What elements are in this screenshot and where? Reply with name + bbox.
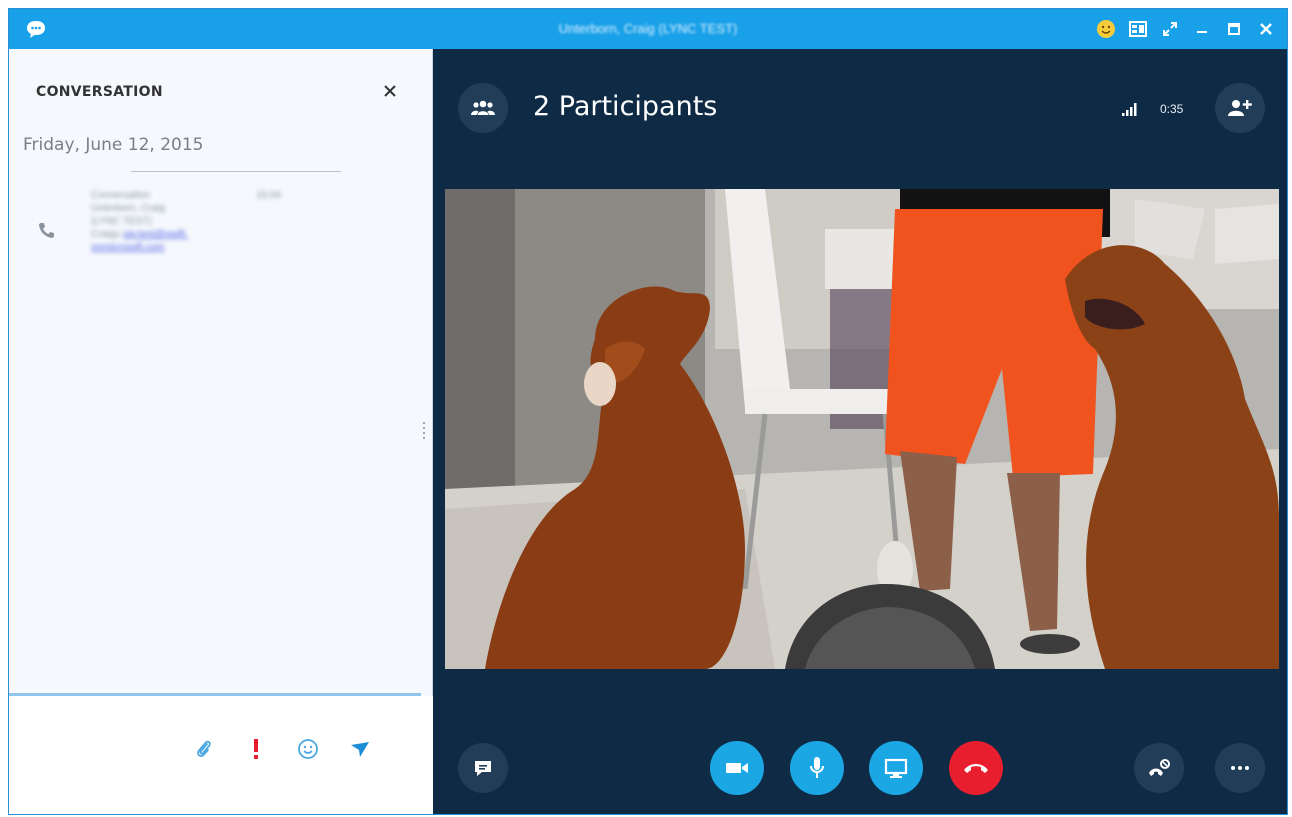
paperclip-icon (197, 740, 211, 757)
smiley-icon (298, 739, 318, 759)
video-camera-icon (726, 763, 748, 773)
conversation-pane: CONVERSATION Friday, June 12, 2015 Conve… (9, 49, 433, 814)
chat-button[interactable] (458, 743, 508, 793)
conversation-date: Friday, June 12, 2015 (23, 135, 204, 155)
minimize-icon[interactable] (1189, 16, 1215, 42)
pane-splitter[interactable] (422, 419, 426, 453)
message-entry: Conversation 15:04 Unterborn, Craig (LYN… (91, 189, 291, 254)
message-line: Unterborn, Craig (91, 203, 165, 214)
date-divider (131, 171, 341, 172)
send-button[interactable] (345, 734, 375, 764)
send-icon (351, 742, 369, 757)
call-stage: 2 Participants 0:35 (434, 49, 1287, 814)
chat-bubble-icon[interactable] (25, 19, 47, 39)
call-controls-button[interactable] (1134, 743, 1184, 793)
importance-button[interactable] (241, 734, 271, 764)
window-controls (1093, 9, 1279, 49)
close-icon[interactable] (1253, 16, 1279, 42)
share-screen-button[interactable] (869, 741, 923, 795)
hang-up-button[interactable] (949, 741, 1003, 795)
chat-icon (475, 761, 491, 776)
monitor-icon (884, 758, 908, 778)
video-button[interactable] (710, 741, 764, 795)
message-link[interactable]: sip:test@swift. (123, 229, 188, 240)
message-line: Craigu sip:test@swift. (91, 228, 291, 241)
participants-label: 2 Participants (533, 91, 718, 122)
attach-button[interactable] (189, 734, 219, 764)
hang-up-icon (964, 764, 988, 773)
add-participant-button[interactable] (1215, 83, 1265, 133)
more-options-button[interactable] (1215, 743, 1265, 793)
signal-icon (1122, 103, 1137, 116)
video-feed[interactable] (445, 189, 1279, 669)
more-icon (1231, 766, 1249, 770)
mute-button[interactable] (790, 741, 844, 795)
call-timer: 0:35 (1160, 102, 1184, 116)
smiley-icon[interactable] (1093, 16, 1119, 42)
compose-toolbar (189, 734, 375, 764)
close-icon (384, 85, 396, 97)
add-person-icon (1228, 100, 1252, 116)
layout-icon[interactable] (1125, 16, 1151, 42)
emoticon-button[interactable] (293, 734, 323, 764)
close-conversation-button[interactable] (378, 79, 402, 103)
message-link[interactable]: onmicrosoft.com (91, 242, 164, 253)
exclamation-icon (254, 739, 258, 759)
title-bar: Unterborn, Craig (LYNC TEST) (9, 9, 1287, 49)
maximize-icon[interactable] (1221, 16, 1247, 42)
people-icon (471, 100, 495, 115)
dialpad-icon (1149, 759, 1170, 776)
expand-icon[interactable] (1157, 16, 1183, 42)
participants-button[interactable] (458, 83, 508, 133)
microphone-icon (810, 757, 824, 778)
message-line: (LYNC TEST) (91, 216, 152, 227)
message-time: 15:04 (256, 190, 282, 201)
message-line: onmicrosoft.com (91, 241, 291, 254)
message-prefix: Craigu (91, 229, 124, 240)
phone-icon (39, 223, 54, 238)
skype-call-window: Unterborn, Craig (LYNC TEST) CONVERSATIO… (8, 8, 1288, 815)
conversation-heading: CONVERSATION (36, 84, 163, 100)
video-frame (445, 189, 1279, 669)
